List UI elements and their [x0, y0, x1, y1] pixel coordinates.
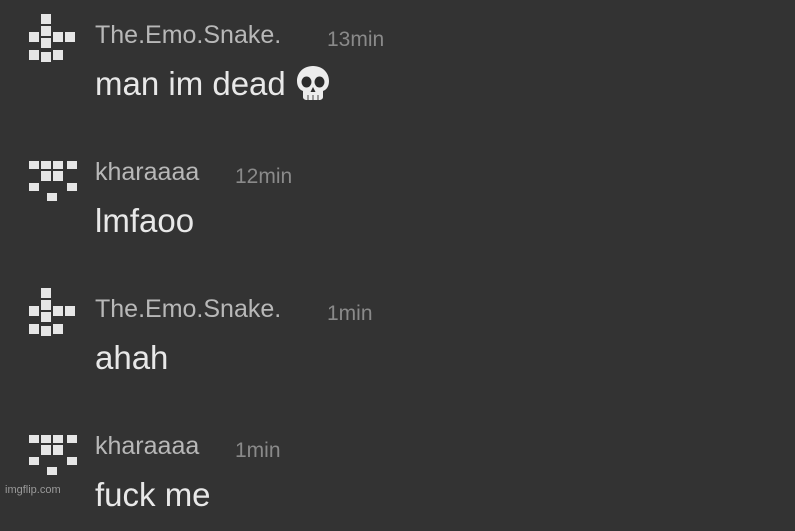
message-text: lmfaoo	[95, 202, 195, 239]
avatar-kharaaaa[interactable]	[27, 423, 79, 475]
avatar-snake[interactable]	[27, 12, 79, 64]
pixel-identicon-icon	[29, 14, 75, 62]
imgflip-watermark: imgflip.com	[5, 484, 61, 496]
author-name[interactable]: kharaaaa	[95, 157, 199, 187]
timestamp: 13min	[327, 28, 385, 51]
message-item: kharaaaa 1min fuck me	[0, 411, 795, 531]
pixel-identicon-icon	[29, 435, 77, 475]
pixel-identicon-icon	[29, 161, 77, 201]
message-text: fuck me	[95, 476, 211, 513]
timestamp: 1min	[235, 439, 281, 462]
message-text: ahah	[95, 339, 169, 376]
message-text: man im dead	[95, 63, 332, 105]
message-item: kharaaaa 12min lmfaoo	[0, 137, 795, 257]
message-body: man im dead	[95, 65, 286, 102]
pixel-identicon-icon	[29, 288, 75, 336]
author-name[interactable]: The.Emo.Snake.	[95, 294, 281, 324]
avatar-snake[interactable]	[27, 286, 79, 338]
skull-emoji-icon	[294, 64, 332, 102]
message-item: The.Emo.Snake. 13min man im dead	[0, 0, 795, 120]
message-item: The.Emo.Snake. 1min ahah	[0, 274, 795, 394]
timestamp: 1min	[327, 302, 373, 325]
author-name[interactable]: The.Emo.Snake.	[95, 20, 281, 50]
timestamp: 12min	[235, 165, 293, 188]
author-name[interactable]: kharaaaa	[95, 431, 199, 461]
avatar-kharaaaa[interactable]	[27, 149, 79, 201]
